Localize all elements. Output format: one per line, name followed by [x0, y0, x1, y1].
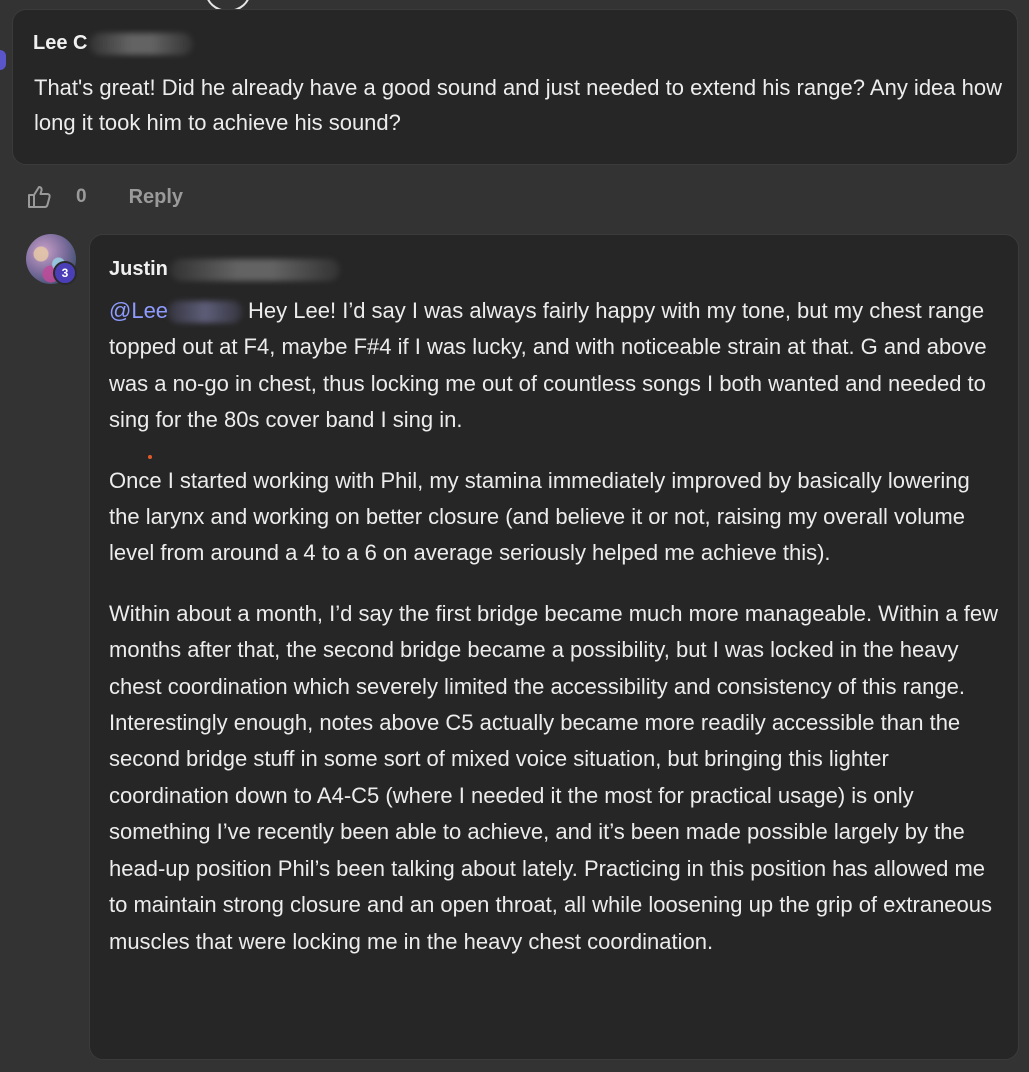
- author-name[interactable]: Justin: [109, 258, 168, 280]
- comment-thread: Lee C That's great! Did he already have …: [0, 0, 1029, 1072]
- reply-button[interactable]: Reply: [129, 186, 183, 209]
- comment-card: Lee C That's great! Did he already have …: [12, 9, 1018, 165]
- mention-link[interactable]: @Lee: [109, 298, 248, 324]
- paragraph: Within about a month, I’d say the first …: [109, 600, 998, 954]
- paragraph: @Lee Hey Lee! I’d say I was always fairly…: [109, 293, 999, 439]
- redacted-surname: [169, 258, 340, 281]
- thumbs-up-icon: [26, 184, 52, 210]
- comment-author[interactable]: Lee C: [33, 32, 194, 55]
- reply-card: Justin @Lee Hey Lee! I’d say I was always…: [89, 234, 1019, 1060]
- cursor-dot: [148, 455, 152, 459]
- mention-text[interactable]: @Lee: [109, 298, 168, 323]
- comment-author[interactable]: Justin: [109, 258, 340, 281]
- author-name[interactable]: Lee C: [33, 32, 87, 54]
- comment-actions: 0 Reply: [26, 180, 183, 214]
- comment-body: @Lee Hey Lee! I’d say I was always fairly…: [109, 293, 999, 984]
- paragraph: Once I started working with Phil, my sta…: [109, 467, 970, 566]
- like-count: 0: [76, 186, 87, 207]
- redacted-mention: [168, 301, 243, 324]
- redacted-surname: [89, 32, 194, 55]
- like-button[interactable]: 0: [26, 184, 87, 210]
- avatar[interactable]: 3: [26, 234, 77, 285]
- comment-body: That's great! Did he already have a good…: [34, 75, 1002, 135]
- level-badge: 3: [53, 261, 77, 285]
- thread-indicator-dot: [0, 50, 6, 70]
